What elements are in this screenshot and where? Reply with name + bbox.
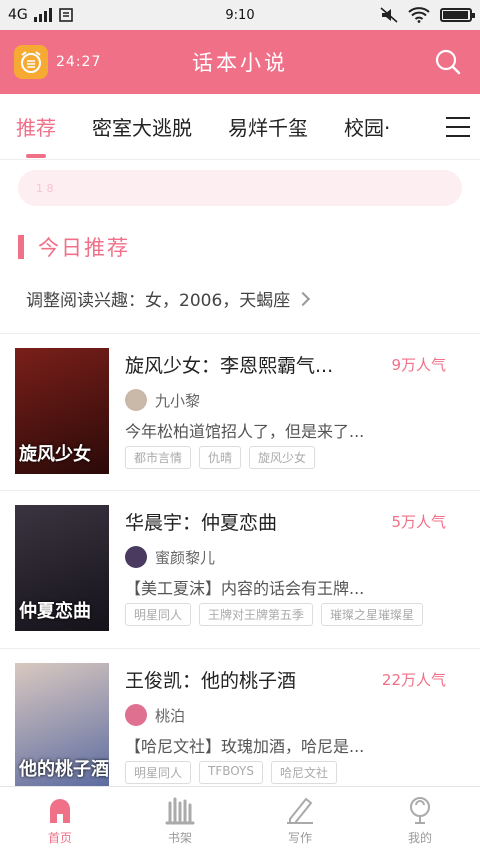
tab-campus[interactable]: 校园· bbox=[344, 94, 390, 159]
author-name: 桃泊 bbox=[155, 706, 186, 725]
status-left: 4G bbox=[8, 7, 74, 23]
popularity-count: 22万人气 bbox=[381, 670, 446, 689]
tag[interactable]: 仇晴 bbox=[199, 446, 242, 469]
tag[interactable]: 哈尼文社 bbox=[271, 761, 338, 784]
tag-list: 明星同人 王牌对王牌第五季 璀璨之星璀璨星 bbox=[125, 603, 480, 626]
nav-bookshelf[interactable]: 书架 bbox=[120, 787, 240, 854]
author-row: 蜜颜黎儿 bbox=[125, 545, 480, 569]
tag[interactable]: 都市言情 bbox=[125, 446, 192, 469]
home-icon bbox=[50, 799, 70, 823]
section-header: 今日推荐 bbox=[18, 232, 462, 262]
nav-label: 我的 bbox=[407, 831, 432, 845]
alarm-clock-icon bbox=[14, 45, 48, 79]
mute-icon bbox=[380, 7, 398, 23]
nav-label: 首页 bbox=[47, 831, 72, 845]
popularity-count: 5万人气 bbox=[391, 512, 446, 531]
tag[interactable]: TFBOYS bbox=[199, 761, 264, 784]
notification-icon bbox=[58, 8, 73, 22]
tab-jackson-yee[interactable]: 易烊千玺 bbox=[228, 94, 308, 159]
tab-escape-room[interactable]: 密室大逃脱 bbox=[92, 94, 192, 159]
tag-list: 都市言情 仇晴 旋风少女 bbox=[125, 446, 480, 469]
tabs-menu-button[interactable] bbox=[436, 94, 480, 159]
tag[interactable]: 明星同人 bbox=[125, 761, 192, 784]
nav-label: 写作 bbox=[287, 831, 312, 845]
app-header: 24:27 话本小说 bbox=[0, 30, 480, 94]
book-title: 王俊凯：他的桃子酒 bbox=[125, 669, 297, 692]
book-title: 旋风少女：李恩熙霸气... bbox=[125, 354, 334, 377]
nav-label: 书架 bbox=[167, 831, 192, 845]
book-cover: 他的桃子酒 bbox=[15, 663, 109, 789]
author-name: 九小黎 bbox=[155, 391, 201, 410]
author-avatar bbox=[125, 546, 147, 568]
tag[interactable]: 王牌对王牌第五季 bbox=[199, 603, 314, 626]
cover-title: 仲夏恋曲 bbox=[19, 601, 91, 622]
book-item[interactable]: 旋风少女 旋风少女：李恩熙霸气... 9万人气 九小黎 今年松柏道馆招人了，但是… bbox=[0, 333, 480, 491]
book-item[interactable]: 他的桃子酒 王俊凯：他的桃子酒 22万人气 桃泊 【哈尼文社】玫瑰加酒，哈尼是.… bbox=[0, 649, 480, 807]
status-bar: 4G 9:10 bbox=[0, 0, 480, 30]
wifi-icon bbox=[408, 7, 430, 23]
tag[interactable]: 明星同人 bbox=[125, 603, 192, 626]
alarm-time: 24:27 bbox=[56, 54, 102, 70]
network-type: 4G bbox=[8, 7, 28, 23]
signal-icon bbox=[33, 8, 52, 22]
author-row: 九小黎 bbox=[125, 388, 480, 412]
alarm-widget[interactable]: 24:27 bbox=[14, 45, 101, 79]
profile-icon bbox=[410, 797, 430, 824]
nav-home[interactable]: 首页 bbox=[0, 787, 120, 854]
book-info: 王俊凯：他的桃子酒 22万人气 桃泊 【哈尼文社】玫瑰加酒，哈尼是... 明星同… bbox=[125, 663, 480, 792]
notice-banner[interactable]: 1 8 bbox=[18, 170, 462, 206]
cover-title: 他的桃子酒 bbox=[19, 759, 109, 780]
book-cover: 仲夏恋曲 bbox=[15, 505, 109, 631]
menu-icon bbox=[446, 117, 470, 137]
battery-icon bbox=[440, 8, 475, 22]
bookshelf-icon bbox=[165, 797, 195, 825]
search-button[interactable] bbox=[430, 44, 466, 80]
bottom-nav: 首页 书架 写作 我的 bbox=[0, 786, 480, 854]
author-name: 蜜颜黎儿 bbox=[155, 548, 216, 567]
section-accent-bar bbox=[18, 235, 24, 259]
title-row: 华晨宇：仲夏恋曲 5万人气 bbox=[125, 505, 480, 537]
search-icon bbox=[435, 49, 461, 75]
interest-settings-link[interactable]: 调整阅读兴趣：女，2006，天蝎座 bbox=[26, 286, 454, 311]
section-title: 今日推荐 bbox=[38, 236, 130, 260]
book-cover: 旋风少女 bbox=[15, 348, 109, 474]
title-row: 王俊凯：他的桃子酒 22万人气 bbox=[125, 663, 480, 695]
battery-fill bbox=[443, 11, 468, 19]
book-list: 旋风少女 旋风少女：李恩熙霸气... 9万人气 九小黎 今年松柏道馆招人了，但是… bbox=[0, 333, 480, 807]
book-info: 华晨宇：仲夏恋曲 5万人气 蜜颜黎儿 【美工夏沫】内容的话会有王牌... 明星同… bbox=[125, 505, 480, 634]
title-row: 旋风少女：李恩熙霸气... 9万人气 bbox=[125, 348, 480, 380]
book-description: 【哈尼文社】玫瑰加酒，哈尼是... bbox=[125, 737, 365, 756]
author-row: 桃泊 bbox=[125, 703, 480, 727]
chevron-right-icon bbox=[296, 291, 311, 306]
book-title: 华晨宇：仲夏恋曲 bbox=[125, 511, 278, 534]
popularity-count: 9万人气 bbox=[391, 355, 446, 374]
book-description: 【美工夏沫】内容的话会有王牌... bbox=[125, 579, 365, 598]
book-description: 今年松柏道馆招人了，但是来了... bbox=[125, 422, 365, 441]
category-tabs: 推荐 密室大逃脱 易烊千玺 校园· bbox=[0, 94, 480, 160]
banner-text: 1 8 bbox=[36, 181, 54, 195]
tag[interactable]: 旋风少女 bbox=[249, 446, 316, 469]
author-avatar bbox=[125, 704, 147, 726]
interest-text: 调整阅读兴趣：女，2006，天蝎座 bbox=[26, 291, 291, 311]
tab-recommend[interactable]: 推荐 bbox=[16, 94, 56, 159]
author-avatar bbox=[125, 389, 147, 411]
book-item[interactable]: 仲夏恋曲 华晨宇：仲夏恋曲 5万人气 蜜颜黎儿 【美工夏沫】内容的话会有王牌..… bbox=[0, 491, 480, 649]
nav-write[interactable]: 写作 bbox=[240, 787, 360, 854]
cover-title: 旋风少女 bbox=[19, 444, 91, 465]
tag[interactable]: 璀璨之星璀璨星 bbox=[321, 603, 424, 626]
book-info: 旋风少女：李恩熙霸气... 9万人气 九小黎 今年松柏道馆招人了，但是来了...… bbox=[125, 348, 480, 476]
pen-icon bbox=[287, 797, 313, 824]
nav-profile[interactable]: 我的 bbox=[360, 787, 480, 854]
tag-list: 明星同人 TFBOYS 哈尼文社 bbox=[125, 761, 480, 784]
status-right bbox=[380, 7, 475, 23]
